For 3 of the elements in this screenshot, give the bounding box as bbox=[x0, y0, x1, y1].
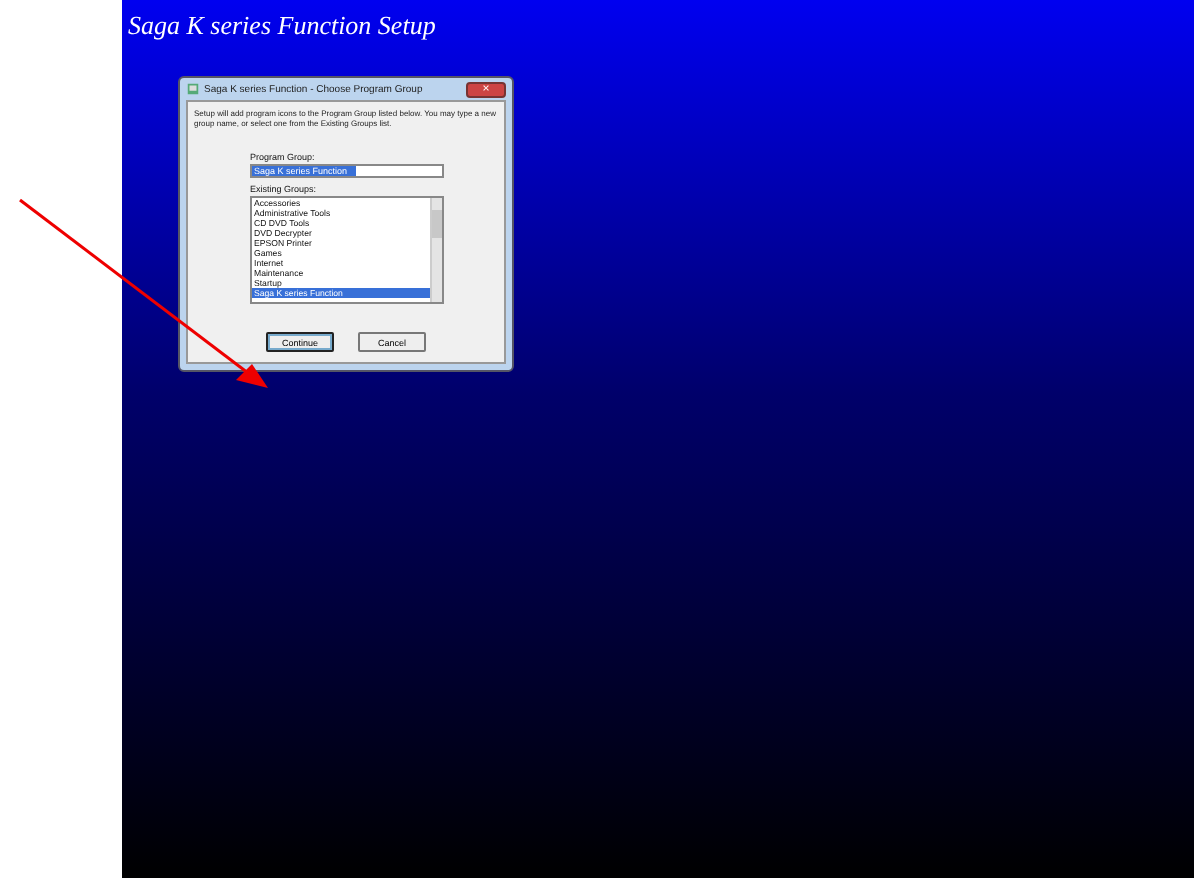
scrollbar[interactable] bbox=[430, 198, 442, 302]
window-title: Saga K series Function Setup bbox=[126, 8, 438, 42]
setup-icon bbox=[186, 82, 200, 96]
